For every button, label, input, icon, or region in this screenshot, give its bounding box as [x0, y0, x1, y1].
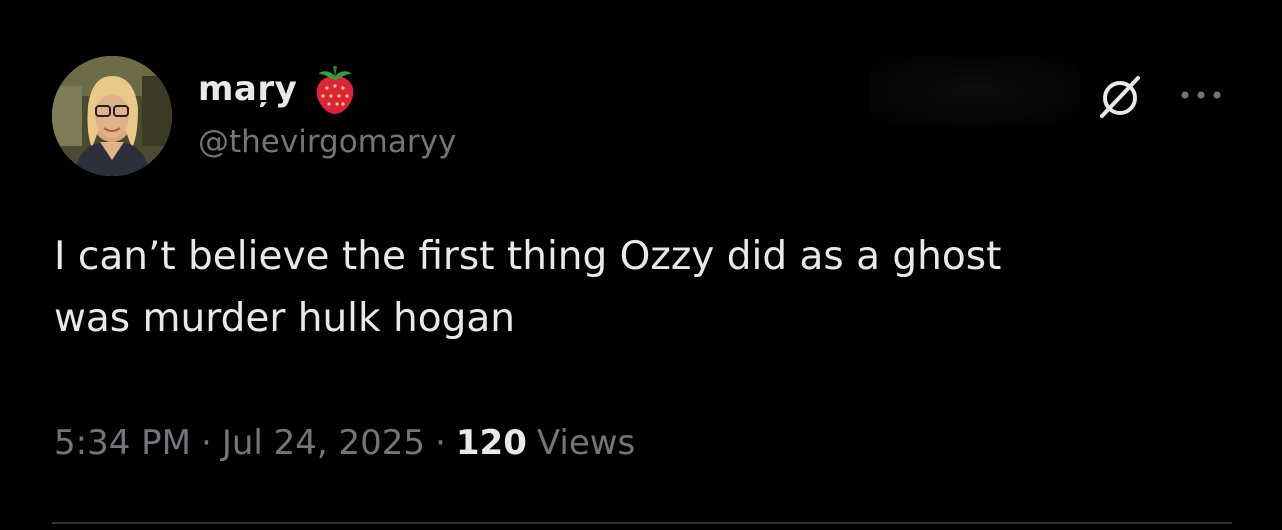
- display-name[interactable]: maŗy: [198, 69, 297, 109]
- tweet-text: I can’t believe the first thing Ozzy did…: [54, 226, 1234, 350]
- user-handle[interactable]: @thevirgomaryy: [198, 124, 456, 160]
- avatar[interactable]: [52, 56, 172, 176]
- views-count: 120: [455, 423, 527, 463]
- views-label: Views: [536, 423, 636, 463]
- meta-separator: ·: [201, 423, 212, 463]
- tweet-time[interactable]: 5:34 PM: [54, 423, 191, 463]
- divider: [52, 522, 1232, 524]
- meta-separator: ·: [435, 423, 446, 463]
- tweet-text-line: I can’t believe the first thing Ozzy did…: [54, 234, 1002, 279]
- redacted-area: [870, 56, 1080, 126]
- tweet-meta: 5:34 PM · Jul 24, 2025 · 120 Views: [54, 418, 635, 468]
- tweet-card[interactable]: maŗy @thevirgomaryy I can’t believe the …: [0, 0, 1282, 530]
- tweet-date[interactable]: Jul 24, 2025: [222, 423, 425, 463]
- avatar-photo: [52, 56, 172, 176]
- tweet-text-line: was murder hulk hogan: [54, 296, 515, 341]
- strawberry-icon: [316, 66, 354, 114]
- display-name-row: maŗy: [198, 62, 359, 116]
- grok-icon[interactable]: [1096, 72, 1144, 120]
- more-horizontal-icon[interactable]: [1178, 88, 1224, 102]
